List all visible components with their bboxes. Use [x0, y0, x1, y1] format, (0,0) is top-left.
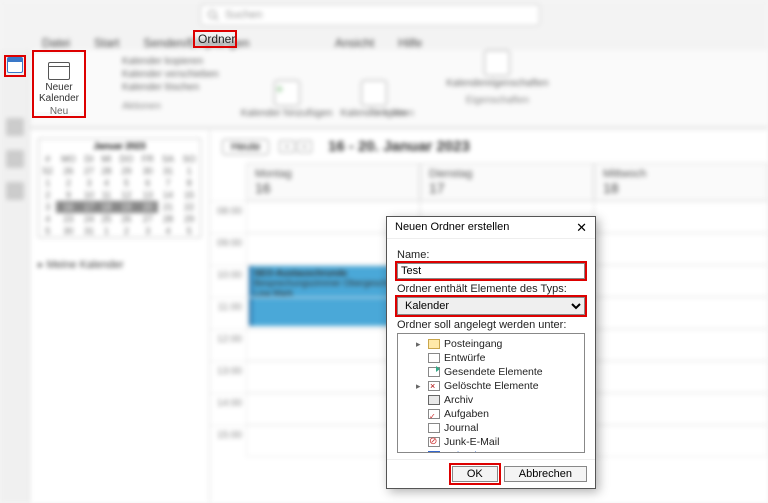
more-rail-icon[interactable] — [6, 182, 24, 200]
inbox-icon — [428, 339, 440, 349]
time-slot[interactable] — [594, 297, 768, 329]
search-placeholder: Suchen — [225, 9, 262, 21]
people-rail-icon[interactable] — [6, 118, 24, 136]
sent-icon — [428, 367, 440, 377]
share-calendar-icon[interactable] — [361, 80, 387, 106]
tree-item[interactable]: Entwürfe — [402, 351, 580, 365]
search-input[interactable]: Suchen — [200, 4, 540, 26]
ribbon-loeschen[interactable]: Kalender löschen — [122, 82, 199, 93]
new-calendar-group: Neu — [34, 106, 84, 117]
time-slot[interactable] — [594, 361, 768, 393]
tree-item[interactable]: ▸Gelöschte Elemente — [402, 379, 580, 393]
properties-icon[interactable] — [484, 50, 510, 76]
nav-rail — [0, 50, 30, 503]
day-header: Dienstag17 — [420, 163, 594, 201]
type-label: Ordner enthält Elemente des Typs: — [397, 283, 585, 295]
ribbon-group-aktionen: Aktionen — [122, 101, 161, 112]
name-input[interactable] — [397, 263, 585, 279]
tasks-icon — [428, 409, 440, 419]
folder-icon — [428, 353, 440, 363]
next-week[interactable]: › — [297, 140, 312, 153]
new-calendar-button[interactable]: Neuer Kalender — [34, 54, 84, 112]
new-folder-dialog: Neuen Ordner erstellen ✕ Name: Ordner en… — [386, 216, 596, 489]
tree-item[interactable]: Gesendete Elemente — [402, 365, 580, 379]
junk-icon — [428, 437, 440, 447]
time-slot[interactable] — [594, 201, 768, 233]
time-slot[interactable] — [594, 265, 768, 297]
today-button[interactable]: Heute — [222, 139, 269, 155]
time-label: 12:00 — [210, 329, 246, 361]
time-label: 09:00 — [210, 233, 246, 265]
time-slot[interactable] — [594, 425, 768, 457]
calendar-rail-icon[interactable] — [7, 57, 23, 73]
time-slot[interactable] — [594, 329, 768, 361]
cancel-button[interactable]: Abbrechen — [504, 466, 587, 482]
sidebar: Januar 2023 #MODIMIDOFRSASO5226272829303… — [30, 130, 210, 503]
time-label: 11:00 — [210, 297, 246, 329]
tree-item[interactable]: ▸Posteingang — [402, 337, 580, 351]
archive-icon — [428, 395, 440, 405]
time-label: 15:00 — [210, 425, 246, 457]
tree-item[interactable]: Archiv — [402, 393, 580, 407]
ribbon-verschieben[interactable]: Kalender verschieben — [122, 69, 219, 80]
tree-item[interactable]: Junk-E-Mail — [402, 435, 580, 449]
time-label: 14:00 — [210, 393, 246, 425]
ribbon-kopieren[interactable]: Kalender kopieren — [122, 56, 203, 67]
dialog-title: Neuen Ordner erstellen — [395, 221, 509, 234]
tasks-rail-icon[interactable] — [6, 150, 24, 168]
time-slot[interactable] — [594, 393, 768, 425]
name-label: Name: — [397, 249, 585, 261]
folder-tree[interactable]: ▸PosteingangEntwürfeGesendete Elemente▸G… — [397, 333, 585, 453]
mini-cal-month: Januar 2023 — [39, 139, 200, 153]
prev-week[interactable]: ‹ — [279, 140, 294, 153]
ribbon-group-freigeben: Freigeben — [369, 108, 414, 119]
journal-icon — [428, 423, 440, 433]
ok-button[interactable]: OK — [452, 466, 498, 482]
time-label: 10:00 — [210, 265, 246, 297]
tree-item[interactable]: ▸Kalender — [402, 449, 580, 453]
time-label: 13:00 — [210, 361, 246, 393]
time-label: 08:00 — [210, 201, 246, 233]
day-header: Mittwoch18 — [594, 163, 768, 201]
time-slot[interactable] — [594, 233, 768, 265]
week-title: 16 - 20. Januar 2023 — [328, 138, 470, 155]
cal-icon — [428, 451, 440, 453]
location-label: Ordner soll angelegt werden unter: — [397, 319, 585, 331]
calendar-icon — [48, 62, 70, 80]
tree-item[interactable]: Aufgaben — [402, 407, 580, 421]
my-calendars[interactable]: Meine Kalender — [38, 258, 201, 271]
mini-calendar[interactable]: Januar 2023 #MODIMIDOFRSASO5226272829303… — [38, 138, 201, 238]
close-icon[interactable]: ✕ — [576, 221, 587, 234]
trash-icon — [428, 381, 440, 391]
day-header: Montag16 — [246, 163, 420, 201]
type-select[interactable]: Kalender — [397, 297, 585, 315]
ribbon-group-eigenschaften: Eigenschaften — [466, 95, 529, 106]
add-calendar-icon[interactable]: ＋ — [274, 80, 300, 106]
ordner-tab-label[interactable]: Ordner — [198, 32, 235, 46]
